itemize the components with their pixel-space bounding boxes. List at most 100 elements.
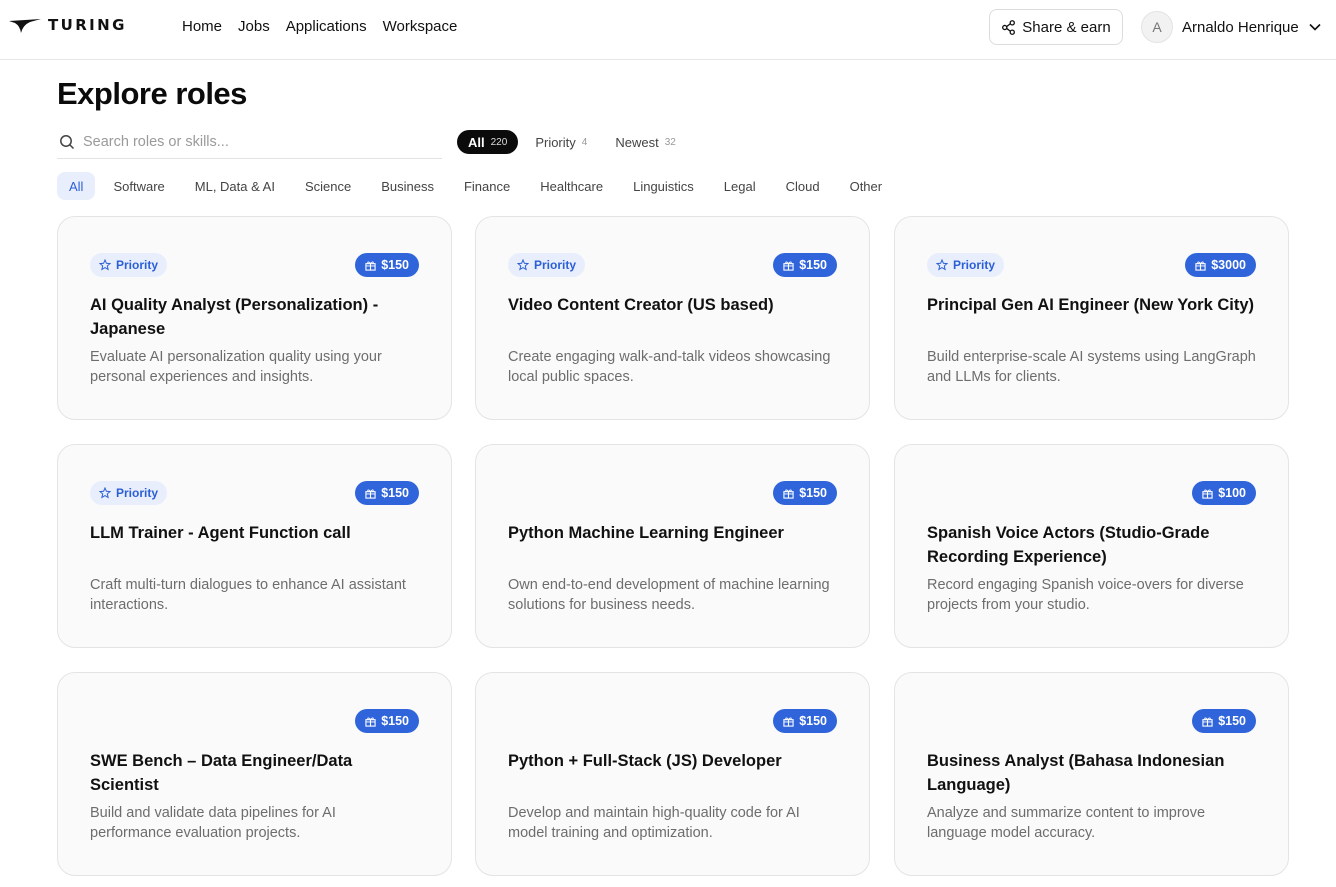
priority-label: Priority — [116, 486, 159, 500]
role-description: Analyze and summarize content to improve… — [927, 805, 1206, 841]
gift-icon — [365, 716, 376, 727]
priority-badge: Priority — [90, 253, 168, 277]
role-card[interactable]: $150 Business Analyst (Bahasa Indonesian… — [894, 672, 1289, 876]
role-card[interactable]: Priority $150 LLM Trainer - Agent Functi… — [57, 444, 452, 648]
role-title: AI Quality Analyst (Personalization) - J… — [90, 296, 379, 338]
search-input[interactable] — [83, 134, 423, 150]
role-description: Record engaging Spanish voice-overs for … — [927, 577, 1244, 613]
reward-amount: $3000 — [1211, 258, 1246, 272]
user-menu[interactable]: A Arnaldo Henrique — [1141, 10, 1321, 44]
gift-icon — [783, 716, 794, 727]
sort-tabs: All 220 Priority 4 Newest 32 — [457, 130, 693, 154]
role-description: Evaluate AI personalization quality usin… — [90, 349, 382, 385]
role-card[interactable]: $150 Python Machine Learning Engineer Ow… — [475, 444, 870, 648]
user-name: Arnaldo Henrique — [1182, 18, 1299, 36]
role-card[interactable]: $150 Python + Full-Stack (JS) Developer … — [475, 672, 870, 876]
gift-icon — [365, 260, 376, 271]
tab-all[interactable]: All 220 — [457, 130, 519, 154]
brand-name: TURING — [48, 16, 127, 34]
role-description: Build and validate data pipelines for AI… — [90, 805, 336, 841]
tab-label: Priority — [535, 134, 576, 150]
role-description: Craft multi-turn dialogues to enhance AI… — [90, 577, 406, 613]
reward-badge: $150 — [355, 709, 419, 733]
reward-badge: $150 — [773, 253, 837, 277]
gift-icon — [783, 260, 794, 271]
reward-badge: $3000 — [1185, 253, 1256, 277]
reward-badge: $150 — [773, 481, 837, 505]
role-title: Python + Full-Stack (JS) Developer — [508, 752, 782, 770]
reward-badge: $100 — [1192, 481, 1256, 505]
role-description: Build enterprise-scale AI systems using … — [927, 349, 1256, 385]
tab-label: Newest — [615, 134, 659, 150]
nav-home[interactable]: Home — [182, 18, 222, 35]
reward-badge: $150 — [355, 253, 419, 277]
category-business[interactable]: Business — [369, 172, 446, 200]
reward-amount: $150 — [381, 258, 409, 272]
priority-badge: Priority — [927, 253, 1005, 277]
turing-logo-icon — [9, 19, 41, 33]
category-science[interactable]: Science — [293, 172, 363, 200]
category-legal[interactable]: Legal — [712, 172, 768, 200]
category-cloud[interactable]: Cloud — [774, 172, 832, 200]
category-all[interactable]: All — [57, 172, 96, 200]
search-bar — [57, 126, 442, 159]
category-other[interactable]: Other — [838, 172, 895, 200]
star-icon — [517, 259, 529, 271]
category-software[interactable]: Software — [101, 172, 176, 200]
top-navbar: TURING Home Jobs Applications Workspace … — [0, 0, 1336, 60]
reward-amount: $150 — [799, 714, 827, 728]
nav-applications[interactable]: Applications — [286, 18, 367, 35]
role-title: Spanish Voice Actors (Studio-Grade Recor… — [927, 524, 1210, 566]
gift-icon — [1202, 488, 1213, 499]
reward-amount: $150 — [799, 258, 827, 272]
role-card[interactable]: Priority $150 AI Quality Analyst (Person… — [57, 216, 452, 420]
reward-amount: $150 — [381, 486, 409, 500]
role-card[interactable]: $100 Spanish Voice Actors (Studio-Grade … — [894, 444, 1289, 648]
star-icon — [936, 259, 948, 271]
role-title: Business Analyst (Bahasa Indonesian Lang… — [927, 752, 1225, 794]
tab-newest[interactable]: Newest 32 — [604, 130, 686, 154]
priority-label: Priority — [534, 258, 577, 272]
tab-count: 220 — [490, 136, 508, 148]
gift-icon — [783, 488, 794, 499]
reward-badge: $150 — [1192, 709, 1256, 733]
nav-jobs[interactable]: Jobs — [238, 18, 270, 35]
reward-amount: $150 — [1218, 714, 1246, 728]
role-card[interactable]: Priority $150 Video Content Creator (US … — [475, 216, 870, 420]
avatar: A — [1141, 11, 1173, 43]
gift-icon — [1202, 716, 1213, 727]
star-icon — [99, 259, 111, 271]
category-healthcare[interactable]: Healthcare — [528, 172, 615, 200]
category-linguistics[interactable]: Linguistics — [621, 172, 706, 200]
share-earn-button[interactable]: Share & earn — [989, 9, 1123, 45]
role-title: LLM Trainer - Agent Function call — [90, 524, 351, 542]
role-card[interactable]: $150 SWE Bench – Data Engineer/Data Scie… — [57, 672, 452, 876]
page-title: Explore roles — [57, 76, 247, 111]
reward-amount: $150 — [799, 486, 827, 500]
tab-priority[interactable]: Priority 4 — [524, 130, 598, 154]
main-nav: Home Jobs Applications Workspace — [182, 18, 457, 35]
priority-badge: Priority — [90, 481, 168, 505]
category-finance[interactable]: Finance — [452, 172, 522, 200]
turing-logo[interactable]: TURING — [8, 14, 127, 36]
share-earn-label: Share & earn — [1022, 18, 1111, 36]
category-ml-data-ai[interactable]: ML, Data & AI — [183, 172, 287, 200]
role-title: SWE Bench – Data Engineer/Data Scientist — [90, 752, 353, 794]
gift-icon — [1195, 260, 1206, 271]
role-title: Video Content Creator (US based) — [508, 296, 774, 314]
role-description: Develop and maintain high-quality code f… — [508, 805, 800, 841]
nav-workspace[interactable]: Workspace — [383, 18, 458, 35]
role-card[interactable]: Priority $3000 Principal Gen AI Engineer… — [894, 216, 1289, 420]
priority-label: Priority — [116, 258, 159, 272]
reward-badge: $150 — [355, 481, 419, 505]
star-icon — [99, 487, 111, 499]
role-title: Principal Gen AI Engineer (New York City… — [927, 296, 1255, 314]
category-filters: All Software ML, Data & AI Science Busin… — [57, 172, 900, 200]
chevron-down-icon — [1309, 23, 1321, 31]
share-icon — [1002, 19, 1016, 35]
role-description: Own end-to-end development of machine le… — [508, 577, 830, 613]
role-description: Create engaging walk-and-talk videos sho… — [508, 349, 831, 385]
tab-count: 32 — [664, 136, 676, 148]
tab-label: All — [468, 134, 485, 150]
gift-icon — [365, 488, 376, 499]
